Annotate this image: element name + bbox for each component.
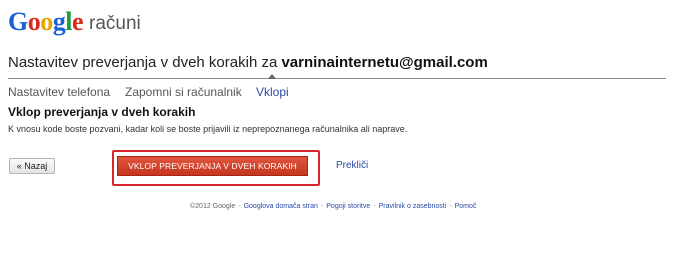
logo-subtitle: računi bbox=[89, 13, 141, 34]
account-email: varninainternetu@gmail.com bbox=[281, 54, 488, 71]
current-step-marker-icon bbox=[268, 74, 276, 79]
steps-divider bbox=[8, 78, 666, 79]
footer-copyright: ©2012 Google bbox=[190, 203, 236, 210]
footer-link-privacy[interactable]: Pravilnik o zasebnosti bbox=[379, 203, 447, 210]
section-description: K vnosu kode boste pozvani, kadar koli s… bbox=[8, 124, 408, 134]
google-wordmark: Google bbox=[8, 7, 84, 36]
page-title-prefix: Nastavitev preverjanja v dveh korakih za bbox=[8, 54, 278, 71]
footer-link-help[interactable]: Pomoč bbox=[455, 203, 477, 210]
footer: ©2012 Google - Googlova domača stran - Pogoj… bbox=[190, 203, 477, 210]
footer-link-terms[interactable]: Pogoji storitve bbox=[326, 203, 370, 210]
footer-link-home[interactable]: Googlova domača stran bbox=[244, 203, 318, 210]
section-heading: Vklop preverjanja v dveh korakih bbox=[8, 105, 196, 119]
cancel-link[interactable]: Prekliči bbox=[336, 160, 368, 171]
step-remember-computer: Zapomni si računalnik bbox=[125, 85, 242, 99]
page-title: Nastavitev preverjanja v dveh korakih za… bbox=[8, 54, 488, 71]
google-accounts-logo[interactable]: Google računi bbox=[8, 4, 141, 36]
turn-on-verification-button[interactable]: VKLOP PREVERJANJA V DVEH KORAKIH bbox=[117, 156, 308, 176]
step-turn-on: Vklopi bbox=[256, 85, 289, 99]
step-phone-setup: Nastavitev telefona bbox=[8, 85, 111, 99]
back-button[interactable]: « Nazaj bbox=[9, 158, 55, 174]
